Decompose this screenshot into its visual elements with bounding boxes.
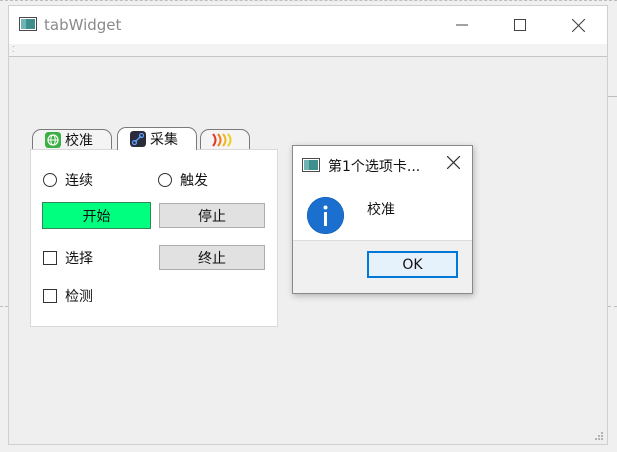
radio-label: 触发 bbox=[180, 173, 208, 189]
tab-label: 采集 bbox=[150, 132, 178, 148]
dialog-message: 校准 bbox=[367, 202, 395, 218]
canvas-guide bbox=[0, 0, 617, 2]
minimize-icon bbox=[456, 24, 468, 26]
tab-collect[interactable]: 采集 bbox=[117, 127, 197, 150]
radio-circle bbox=[43, 173, 57, 187]
radio-trigger[interactable]: 触发 bbox=[158, 170, 208, 190]
tab-panel: 连续 触发 开始 停止 选择 终止 检测 bbox=[30, 149, 278, 327]
checkbox-box bbox=[43, 289, 57, 303]
info-icon bbox=[307, 197, 344, 234]
link-icon bbox=[130, 131, 146, 147]
close-icon bbox=[446, 155, 461, 170]
tab-signal[interactable] bbox=[200, 129, 250, 149]
resize-grip-icon[interactable] bbox=[594, 431, 604, 441]
minimize-button[interactable] bbox=[439, 6, 485, 44]
radio-label: 连续 bbox=[65, 173, 93, 189]
tab-calibrate[interactable]: 校准 bbox=[32, 129, 112, 149]
menu-grip-icon: ⁚ bbox=[12, 45, 15, 54]
radio-circle bbox=[158, 173, 172, 187]
title-bar: tabWidget bbox=[9, 6, 607, 44]
checkbox-detect[interactable]: 检测 bbox=[43, 286, 93, 306]
close-icon bbox=[571, 18, 585, 32]
dialog-close-button[interactable] bbox=[446, 154, 461, 174]
dialog-footer: OK bbox=[293, 240, 472, 293]
canvas-guide bbox=[608, 96, 617, 98]
app-icon bbox=[19, 17, 37, 31]
radio-continuous[interactable]: 连续 bbox=[43, 170, 93, 190]
canvas-guide bbox=[0, 306, 8, 308]
maximize-button[interactable] bbox=[497, 6, 543, 44]
message-dialog: 第1个选项卡... 校准 OK bbox=[292, 145, 473, 294]
ok-button[interactable]: OK bbox=[367, 251, 458, 278]
close-button[interactable] bbox=[555, 6, 601, 44]
checkbox-select[interactable]: 选择 bbox=[43, 248, 93, 268]
checkbox-box bbox=[43, 251, 57, 265]
maximize-icon bbox=[514, 19, 526, 31]
tab-bar: 校准 采集 bbox=[30, 127, 270, 150]
checkbox-label: 选择 bbox=[65, 251, 93, 267]
signal-bars-icon bbox=[212, 132, 232, 147]
menu-strip: ⁚ bbox=[9, 44, 607, 57]
app-icon bbox=[302, 158, 320, 172]
tab-label: 校准 bbox=[65, 132, 93, 149]
canvas-guide bbox=[608, 306, 617, 308]
dialog-title: 第1个选项卡... bbox=[328, 159, 421, 175]
window-title: tabWidget bbox=[44, 16, 122, 34]
globe-icon bbox=[45, 131, 61, 148]
terminate-button[interactable]: 终止 bbox=[159, 245, 265, 270]
start-button[interactable]: 开始 bbox=[42, 202, 151, 229]
stop-button[interactable]: 停止 bbox=[159, 203, 265, 228]
checkbox-label: 检测 bbox=[65, 289, 93, 305]
